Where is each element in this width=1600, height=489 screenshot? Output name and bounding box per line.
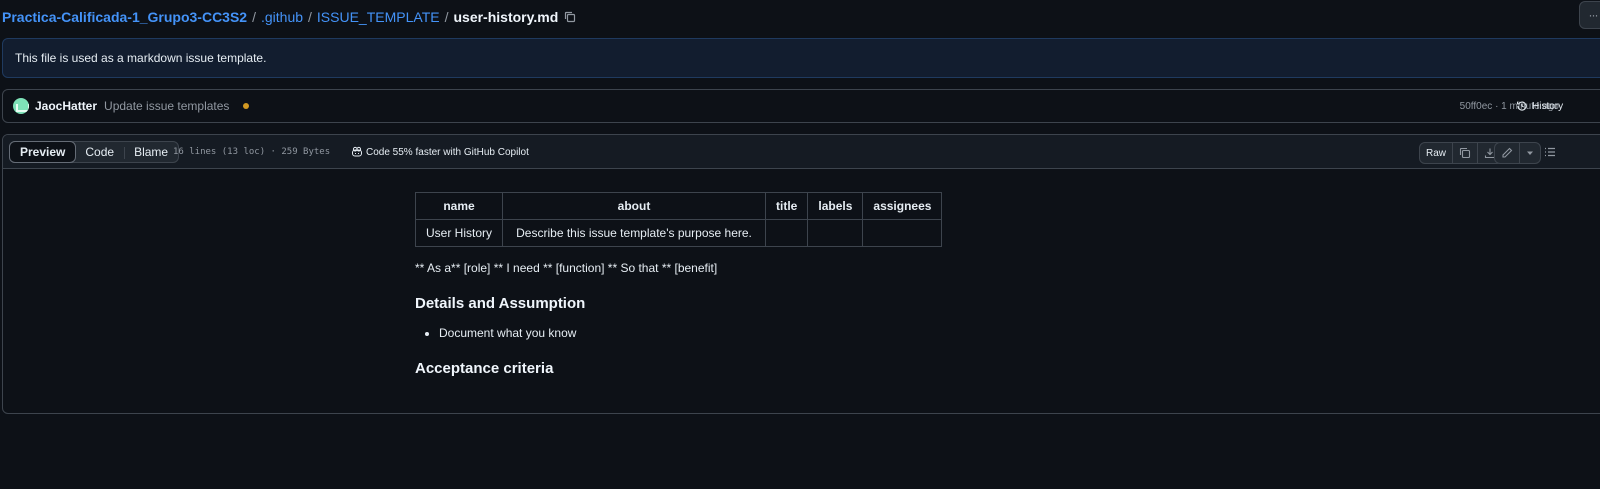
file-name: user-history.md <box>453 9 559 25</box>
table-header: about <box>502 192 767 220</box>
file-meta-text: 16 lines (13 loc) · 259 Bytes <box>173 147 331 157</box>
heading-details: Details and Assumption <box>415 295 586 312</box>
avatar[interactable] <box>13 98 29 114</box>
tab-preview[interactable]: Preview <box>9 141 77 163</box>
view-mode-toggle: Preview Code Blame <box>9 141 180 163</box>
chevron-down-icon <box>1527 151 1533 155</box>
details-list: Document what you know <box>415 326 955 340</box>
folder-link-github[interactable]: .github <box>261 9 303 25</box>
history-icon <box>1517 101 1527 111</box>
history-button[interactable]: History <box>1516 90 1563 122</box>
commit-message[interactable]: Update issue templates <box>104 99 229 113</box>
table-cell <box>765 219 809 247</box>
frontmatter-table: name about title labels assignees User H… <box>414 192 943 247</box>
table-cell: User History <box>414 219 504 247</box>
copilot-icon <box>352 146 362 157</box>
tab-code[interactable]: Code <box>75 142 124 162</box>
table-row: User History Describe this issue templat… <box>414 219 943 247</box>
copy-icon <box>1459 147 1471 159</box>
pencil-icon <box>1502 147 1513 158</box>
history-label: History <box>1532 100 1564 112</box>
list-icon <box>1545 147 1555 157</box>
table-cell: Describe this issue template's purpose h… <box>502 219 767 247</box>
user-story-paragraph: ** As a** [role] ** I need ** [function]… <box>415 261 718 275</box>
markdown-body: name about title labels assignees User H… <box>414 192 955 377</box>
symbols-button[interactable] <box>1544 145 1556 161</box>
table-cell <box>807 219 864 247</box>
banner-text: This file is used as a markdown issue te… <box>15 51 267 65</box>
copilot-text: Code 55% faster with GitHub Copilot <box>366 146 529 158</box>
copy-raw-button[interactable] <box>1452 143 1477 163</box>
more-options-button[interactable]: ··· <box>1579 1 1600 29</box>
breadcrumb: Practica-Calificada-1_Grupo3-CC3S2 / .gi… <box>2 7 576 27</box>
breadcrumb-separator: / <box>252 9 256 25</box>
tab-blame[interactable]: Blame <box>124 142 178 162</box>
info-banner: This file is used as a markdown issue te… <box>2 38 1600 78</box>
commit-author[interactable]: JaocHatter <box>35 99 97 113</box>
raw-button[interactable]: Raw <box>1420 143 1452 163</box>
edit-button[interactable] <box>1495 143 1519 163</box>
table-cell <box>862 219 943 247</box>
table-header: name <box>414 192 504 220</box>
latest-commit-bar: JaocHatter Update issue templates 50ff0e… <box>2 89 1600 123</box>
table-header: title <box>765 192 809 220</box>
kebab-icon: ··· <box>1588 8 1599 22</box>
status-dot-icon[interactable] <box>243 103 250 109</box>
list-item: Document what you know <box>439 326 955 340</box>
edit-group <box>1494 142 1541 164</box>
copy-icon[interactable] <box>564 11 576 23</box>
breadcrumb-separator: / <box>308 9 312 25</box>
edit-dropdown-button[interactable] <box>1519 143 1540 163</box>
folder-link-issue-template[interactable]: ISSUE_TEMPLATE <box>317 9 440 25</box>
heading-acceptance: Acceptance criteria <box>415 360 554 377</box>
file-meta: 16 lines (13 loc) · 259 Bytes <box>173 141 330 163</box>
copilot-promo[interactable]: Code 55% faster with GitHub Copilot <box>351 141 529 163</box>
table-header: labels <box>807 192 864 220</box>
repo-link[interactable]: Practica-Calificada-1_Grupo3-CC3S2 <box>2 9 247 25</box>
table-header: assignees <box>862 192 943 220</box>
raw-copy-download-group: Raw <box>1419 142 1504 164</box>
file-header: Preview Code Blame 16 lines (13 loc) · 2… <box>3 135 1600 169</box>
breadcrumb-separator: / <box>444 9 449 25</box>
